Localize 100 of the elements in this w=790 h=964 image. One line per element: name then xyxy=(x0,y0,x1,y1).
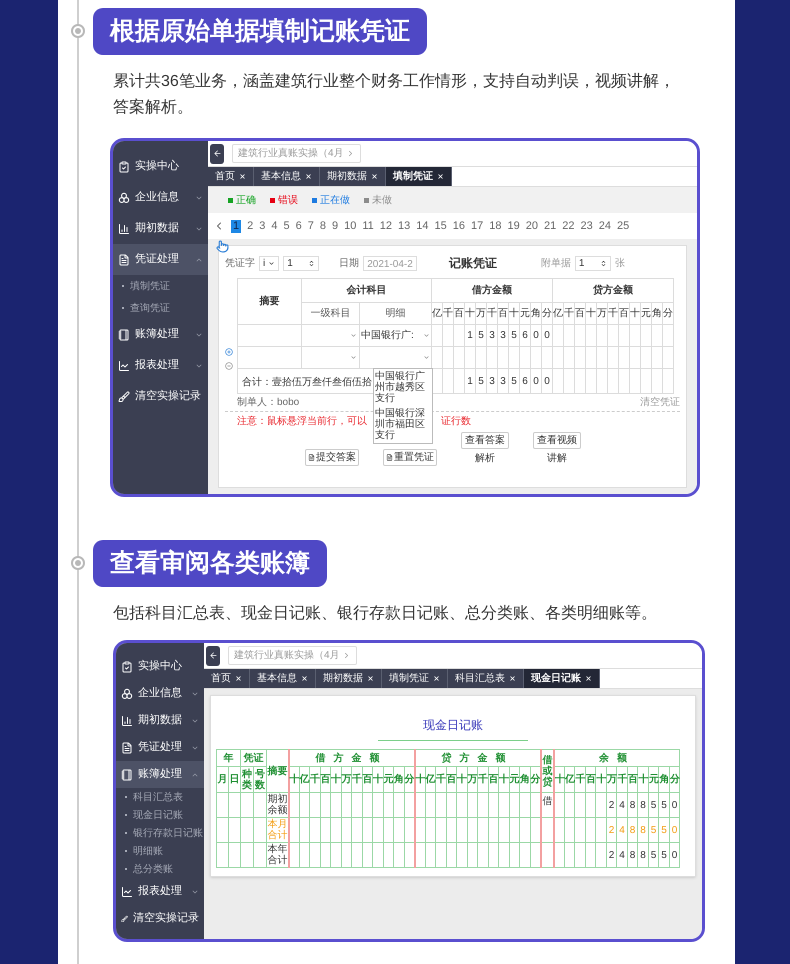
digit-cell: 5 xyxy=(648,842,659,868)
sidebar-subitem[interactable]: 明细账 xyxy=(116,842,204,860)
page-number[interactable]: 13 xyxy=(398,220,410,232)
bar-chart-icon xyxy=(121,714,133,726)
caret-icon xyxy=(423,332,430,339)
page-number[interactable]: 11 xyxy=(362,220,374,232)
number-field[interactable]: 1 xyxy=(283,256,320,270)
sidebar-subitem[interactable]: 查询凭证 xyxy=(113,297,208,319)
sidebar-item[interactable]: 实操中心 xyxy=(113,151,208,182)
caret-icon[interactable] xyxy=(350,332,357,339)
collapse-button[interactable] xyxy=(206,646,220,666)
sidebar-item[interactable]: 报表处理 xyxy=(116,878,204,905)
type-select[interactable]: i xyxy=(259,256,280,270)
tab[interactable]: 首页 xyxy=(204,669,250,688)
sidebar-item[interactable]: 实操中心 xyxy=(116,653,204,680)
digit-cell: 6 xyxy=(520,368,530,394)
sidebar-item[interactable]: 清空实操记录 xyxy=(116,905,204,932)
page-number[interactable]: 9 xyxy=(332,220,338,232)
digit-header: 十 xyxy=(554,766,564,792)
action-button[interactable]: 查看视频 xyxy=(533,432,581,449)
digit-header: 角 xyxy=(394,766,404,792)
sidebar-item[interactable]: 凭证处理 xyxy=(113,244,208,275)
close-icon[interactable] xyxy=(437,173,444,180)
page-number[interactable]: 3 xyxy=(259,220,266,232)
sidebar-subitem[interactable]: 总分类账 xyxy=(116,860,204,878)
column-header: 借或贷 xyxy=(540,750,554,792)
tab[interactable]: 期初数据 xyxy=(316,669,382,688)
page-number[interactable]: 5 xyxy=(284,220,290,232)
sidebar-subitem[interactable]: 科目汇总表 xyxy=(116,788,204,806)
digit-header: 十 xyxy=(508,302,520,324)
sidebar-item[interactable]: 报表处理 xyxy=(113,350,208,381)
add-row-icon[interactable] xyxy=(225,348,233,356)
tab[interactable]: 填制凭证 xyxy=(386,167,452,186)
page-number[interactable]: 7 xyxy=(308,220,314,232)
close-icon[interactable] xyxy=(371,173,378,180)
action-button[interactable]: 提交答案 xyxy=(305,449,359,466)
tab[interactable]: 基本信息 xyxy=(254,167,320,186)
page-number[interactable]: 19 xyxy=(508,220,520,232)
page-number[interactable]: 2 xyxy=(247,220,254,232)
sidebar-item[interactable]: 清空实操记录 xyxy=(113,381,208,412)
dropdown-option[interactable]: 中国银行广州市越秀区支行 xyxy=(374,369,432,406)
close-icon[interactable] xyxy=(239,173,246,180)
digit-cell: 0 xyxy=(542,368,553,394)
action-button[interactable]: 查看答案 xyxy=(461,432,509,449)
tab[interactable]: 现金日记账 xyxy=(524,669,600,688)
page-number[interactable]: 23 xyxy=(580,220,593,232)
tab[interactable]: 期初数据 xyxy=(320,167,386,186)
close-icon[interactable] xyxy=(585,675,592,682)
page-number[interactable]: 22 xyxy=(562,220,575,232)
page-number[interactable]: 17 xyxy=(471,220,484,232)
page-number[interactable]: 8 xyxy=(320,220,326,232)
sidebar-item[interactable]: 企业信息 xyxy=(113,182,208,213)
page-number[interactable]: 6 xyxy=(296,220,302,232)
action-button[interactable]: 重置凭证 xyxy=(383,449,437,466)
sidebar-item[interactable]: 账簿处理 xyxy=(116,761,204,788)
dropdown-option[interactable]: 中国银行深圳市福田区支行 xyxy=(374,406,432,443)
page-number[interactable]: 4 xyxy=(271,220,278,232)
page-number[interactable]: 14 xyxy=(416,220,429,232)
close-icon[interactable] xyxy=(367,675,374,682)
tab[interactable]: 基本信息 xyxy=(250,669,316,688)
page-number[interactable]: 15 xyxy=(434,220,447,232)
attachment-field[interactable]: 1 xyxy=(574,256,611,270)
sidebar-item[interactable]: 账簿处理 xyxy=(113,319,208,350)
page-number[interactable]: 1 xyxy=(231,220,242,232)
direction-cell: 借 xyxy=(540,792,554,818)
page-number[interactable]: 12 xyxy=(380,220,392,232)
hand-cursor-icon xyxy=(216,240,229,253)
digit-header: 十 xyxy=(596,766,606,792)
column-header: 凭证 xyxy=(240,750,266,766)
page-number[interactable]: 21 xyxy=(544,220,556,232)
page-number[interactable]: 10 xyxy=(344,220,356,232)
sidebar-subitem[interactable]: 银行存款日记账 xyxy=(116,824,204,842)
page-number[interactable]: 16 xyxy=(452,220,466,232)
page-number[interactable]: 25 xyxy=(617,220,630,232)
digit-cell: 3 xyxy=(486,324,498,346)
close-icon[interactable] xyxy=(235,675,242,682)
tab[interactable]: 首页 xyxy=(208,167,254,186)
digit-header: 元 xyxy=(640,302,652,324)
sidebar-item[interactable]: 凭证处理 xyxy=(116,734,204,761)
close-icon[interactable] xyxy=(509,675,516,682)
close-icon[interactable] xyxy=(305,173,312,180)
page-number[interactable]: 24 xyxy=(598,220,612,232)
page-number[interactable]: 18 xyxy=(489,220,502,232)
close-icon[interactable] xyxy=(433,675,440,682)
page-number[interactable]: 20 xyxy=(526,220,538,232)
caret-icon[interactable] xyxy=(350,354,357,361)
digit-cell: 8 xyxy=(638,818,648,842)
tab[interactable]: 填制凭证 xyxy=(382,669,448,688)
sidebar-subitem[interactable]: 填制凭证 xyxy=(113,275,208,297)
digit-header: 亿 xyxy=(425,766,436,792)
close-icon[interactable] xyxy=(301,675,308,682)
collapse-button[interactable] xyxy=(210,144,224,164)
sidebar-item[interactable]: 期初数据 xyxy=(113,213,208,244)
detail-select[interactable]: 中国银行广: xyxy=(360,326,431,346)
sidebar-subitem[interactable]: 现金日记账 xyxy=(116,806,204,824)
digit-header: 元 xyxy=(383,766,394,792)
remove-row-icon[interactable] xyxy=(225,362,233,370)
sidebar-item[interactable]: 企业信息 xyxy=(116,680,204,707)
sidebar-item[interactable]: 期初数据 xyxy=(116,707,204,734)
tab[interactable]: 科目汇总表 xyxy=(448,669,524,688)
